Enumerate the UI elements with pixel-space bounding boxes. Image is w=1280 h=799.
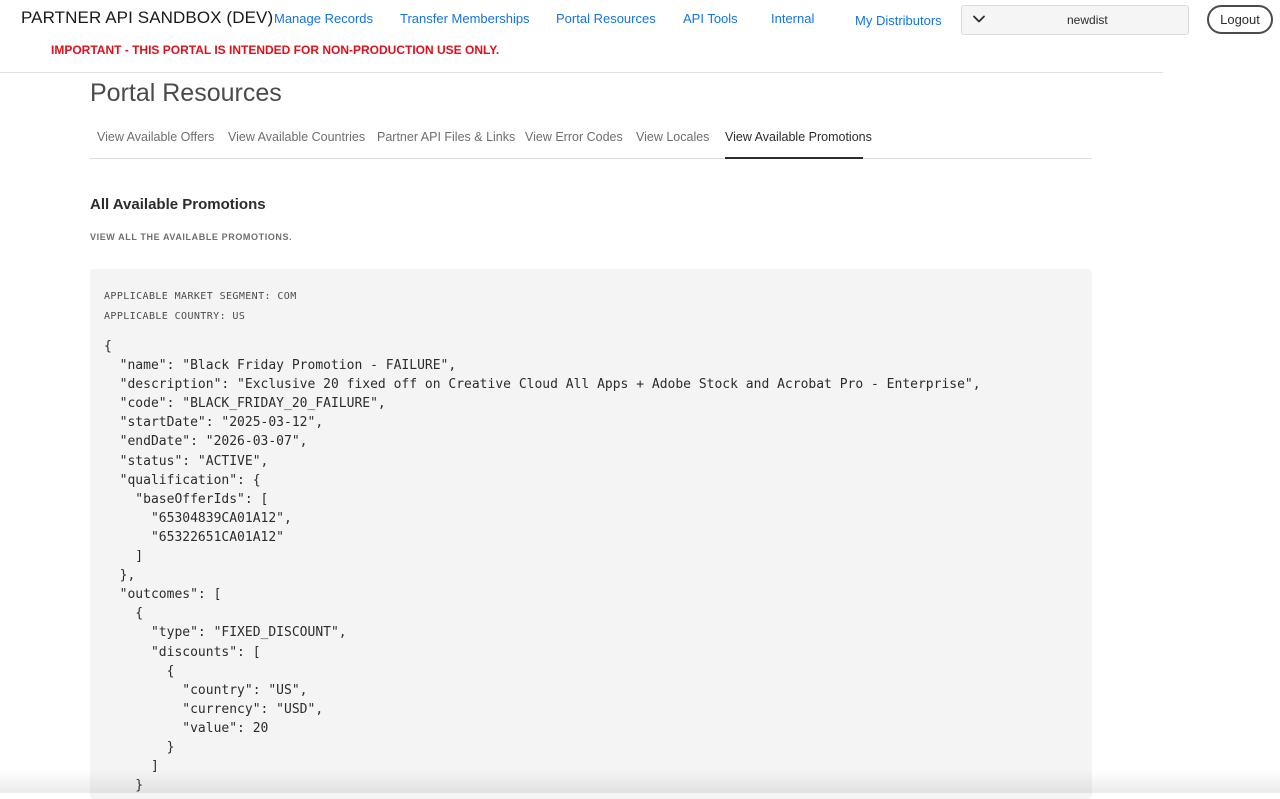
logout-button[interactable]: Logout xyxy=(1207,5,1273,34)
app-title: PARTNER API SANDBOX (DEV) xyxy=(21,8,274,27)
distributor-select[interactable]: newdist xyxy=(961,5,1189,35)
distributor-select-value: newdist xyxy=(1067,13,1108,27)
tab-view-locales[interactable]: View Locales xyxy=(636,130,709,144)
section-subtitle: VIEW ALL THE AVAILABLE PROMOTIONS. xyxy=(90,232,293,242)
section-title: All Available Promotions xyxy=(90,196,266,213)
nav-transfer-memberships[interactable]: Transfer Memberships xyxy=(400,11,530,26)
non-production-warning: IMPORTANT - THIS PORTAL IS INTENDED FOR … xyxy=(51,43,500,57)
nav-api-tools[interactable]: API Tools xyxy=(683,11,738,26)
promotion-code-panel: APPLICABLE MARKET SEGMENT: COM APPLICABL… xyxy=(90,269,1092,799)
country-label: APPLICABLE COUNTRY: US xyxy=(104,311,246,322)
top-bar: PARTNER API SANDBOX (DEV) IMPORTANT - TH… xyxy=(0,0,1280,72)
page-title: Portal Resources xyxy=(90,79,282,107)
active-tab-indicator xyxy=(725,157,863,159)
tab-view-error-codes[interactable]: View Error Codes xyxy=(525,130,623,144)
tab-view-available-countries[interactable]: View Available Countries xyxy=(228,130,365,144)
nav-portal-resources[interactable]: Portal Resources xyxy=(556,11,656,26)
tab-partner-api-files-links[interactable]: Partner API Files & Links xyxy=(377,130,515,144)
tab-view-available-offers[interactable]: View Available Offers xyxy=(97,130,214,144)
market-segment-label: APPLICABLE MARKET SEGMENT: COM xyxy=(104,291,297,302)
tab-view-available-promotions[interactable]: View Available Promotions xyxy=(725,130,872,144)
chevron-down-icon xyxy=(972,12,986,26)
header-divider xyxy=(0,72,1163,73)
nav-my-distributors[interactable]: My Distributors xyxy=(855,13,942,28)
bottom-fade xyxy=(0,770,1280,793)
promotion-json: { "name": "Black Friday Promotion - FAIL… xyxy=(104,339,981,793)
nav-manage-records[interactable]: Manage Records xyxy=(274,11,373,26)
tabs-divider xyxy=(90,158,1092,159)
nav-internal[interactable]: Internal xyxy=(771,11,814,26)
